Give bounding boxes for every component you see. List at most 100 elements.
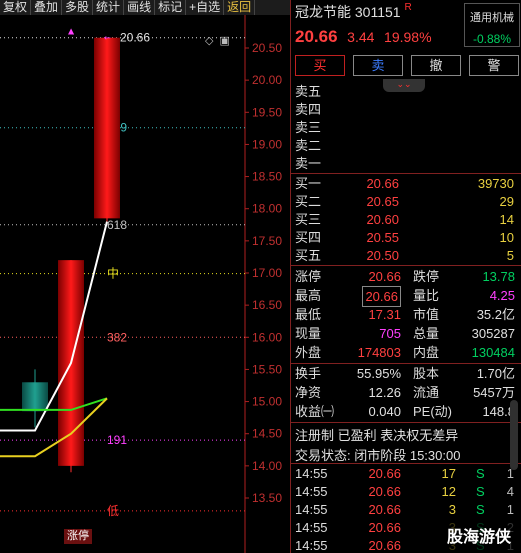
y-tick-label: 13.50: [252, 491, 282, 505]
kline-chart[interactable]: 20.66809618中382191低 20.5020.0019.5019.00…: [0, 15, 290, 553]
diamond-icon[interactable]: ◇: [205, 35, 213, 47]
stat-net-assets: 净资 12.26: [295, 385, 401, 400]
y-tick-label: 17.50: [252, 234, 282, 248]
ask-row: 卖三: [295, 120, 322, 135]
trade-buttons: 买 卖 撤 警: [295, 55, 519, 77]
tick-trade-row: 14:55 20.66 17 S 1: [295, 466, 514, 481]
alert-button[interactable]: 警: [469, 55, 519, 76]
bid-row[interactable]: 买一 20.66 39730: [291, 175, 521, 193]
sell-button[interactable]: 卖: [353, 55, 403, 76]
ma10-line: [0, 397, 108, 411]
ask-row: 卖一: [295, 156, 322, 171]
stat-limit-up: 涨停 20.66: [295, 269, 401, 284]
kline-chart-canvas[interactable]: 20.66809618中382191低 20.5020.0019.5019.00…: [0, 15, 290, 553]
y-tick-label: 17.00: [252, 266, 282, 280]
tick-trade-row: 14:55 20.66 12 S 4: [295, 484, 514, 499]
watermark: 股海游侠: [437, 522, 521, 553]
quote-panel: 冠龙节能 301151 R 20.66 3.44 19.98% 通用机械 -0.…: [290, 0, 521, 553]
statistics-button[interactable]: 统计: [93, 0, 125, 15]
stock-tags: 注册制 已盈利 表决权无差异: [295, 428, 459, 443]
bid-row[interactable]: 买四 20.55 10: [291, 229, 521, 247]
level-label: 20.66: [120, 31, 150, 45]
marker-icon: ▲: [68, 27, 75, 36]
y-tick-label: 14.50: [252, 427, 282, 441]
overlay-button[interactable]: 叠加: [31, 0, 63, 15]
stat-equity: 股本 1.70亿: [413, 366, 515, 381]
stat-total-volume: 总量 305287: [413, 326, 515, 341]
level-label: 618: [107, 218, 127, 232]
y-tick-label: 14.00: [252, 459, 282, 473]
y-tick-label: 18.50: [252, 170, 282, 184]
stock-name: 冠龙节能: [295, 4, 351, 20]
ask-row: 卖四: [295, 102, 322, 117]
ask-row: 卖五: [295, 84, 322, 99]
registration-flag: R: [404, 2, 412, 13]
order-book-divider: [291, 173, 521, 174]
tick-trade-row: 14:5520.663S1: [295, 502, 514, 517]
sector-name: 通用机械: [470, 12, 514, 24]
y-tick-label: 15.50: [252, 362, 282, 376]
stat-turnover: 换手 55.95%: [295, 366, 401, 381]
stock-header: 冠龙节能 301151 R: [295, 2, 412, 22]
price-line: 20.66 3.44 19.98%: [295, 27, 432, 47]
marker-icon: ←: [104, 34, 111, 43]
stat-eps: 收益㈠ 0.040: [295, 404, 401, 419]
price-change: 3.44: [347, 29, 375, 45]
sector-pct: -0.88%: [472, 32, 512, 46]
stat-inner: 内盘 130484: [413, 345, 515, 360]
stat-limit-down: 跌停 13.78: [413, 269, 515, 284]
stat-high: 最高 20.66: [295, 286, 401, 307]
y-tick-label: 19.50: [252, 105, 282, 119]
y-tick-label: 15.00: [252, 395, 282, 409]
current-price: 20.66: [295, 27, 338, 46]
add-favorite-button[interactable]: +自选: [186, 0, 225, 15]
ask-row: 卖二: [295, 138, 322, 153]
y-tick-label: 19.00: [252, 137, 282, 151]
y-tick-label: 16.50: [252, 298, 282, 312]
stat-volume-ratio: 量比 4.25: [413, 288, 515, 303]
y-tick-label: 20.50: [252, 41, 282, 55]
stat-pe: PE(动) 148.8: [413, 404, 515, 419]
level-label: 191: [107, 433, 127, 447]
trades-scrollbar[interactable]: [510, 400, 518, 470]
bid-row[interactable]: 买五 20.50 5: [291, 247, 521, 265]
price-axis: 20.50 20.00 19.50 19.00 18.50 18.00 17.50 17.00…: [245, 41, 282, 505]
bid-row[interactable]: 买三 20.60 14: [291, 211, 521, 229]
multi-stock-button[interactable]: 多股: [62, 0, 94, 15]
buy-button[interactable]: 买: [295, 55, 345, 76]
ma20-line: [0, 397, 108, 458]
stat-current-volume: 现量 705: [295, 326, 401, 341]
fib-levels: 20.66809618中382191低: [0, 31, 245, 518]
cancel-order-button[interactable]: 撤: [411, 55, 461, 76]
candle-body: [22, 382, 48, 412]
candles: [22, 37, 120, 473]
sector-box[interactable]: 通用机械 -0.88%: [464, 3, 520, 47]
bid-row[interactable]: 买二 20.65 29: [291, 193, 521, 211]
price-change-pct: 19.98%: [384, 29, 432, 45]
chart-toolbar: 复权 叠加 多股 统计 画线 标记 +自选 返回: [0, 0, 290, 15]
y-tick-label: 18.00: [252, 202, 282, 216]
draw-line-button[interactable]: 画线: [124, 0, 156, 15]
back-button[interactable]: 返回: [224, 0, 256, 15]
level-label: 中: [107, 266, 119, 281]
ma5-line: [0, 221, 108, 432]
y-tick-label: 16.00: [252, 330, 282, 344]
stat-float-shares: 流通 5457万: [413, 385, 515, 400]
y-tick-label: 20.00: [252, 73, 282, 87]
stats-divider: [291, 265, 521, 266]
trades-divider: [291, 463, 521, 464]
stock-code: 301151: [354, 4, 401, 20]
level-label: 低: [107, 504, 119, 518]
info-divider: [291, 422, 521, 423]
mark-button[interactable]: 标记: [155, 0, 187, 15]
restore-rights-button[interactable]: 复权: [0, 0, 32, 15]
limit-up-badge: 涨停: [64, 529, 92, 544]
level-label: 382: [107, 330, 127, 344]
candle-body: [94, 37, 120, 219]
grid-icon[interactable]: ▣: [219, 35, 229, 47]
stat-market-cap: 市值 35.2亿: [413, 307, 515, 322]
stat-outer: 外盘 174803: [295, 345, 401, 360]
chart-icons: ◇ ▣: [205, 34, 236, 47]
trading-status: 交易状态: 闭市阶段 15:30:00: [295, 448, 461, 463]
stat-low: 最低 17.31: [295, 307, 401, 322]
